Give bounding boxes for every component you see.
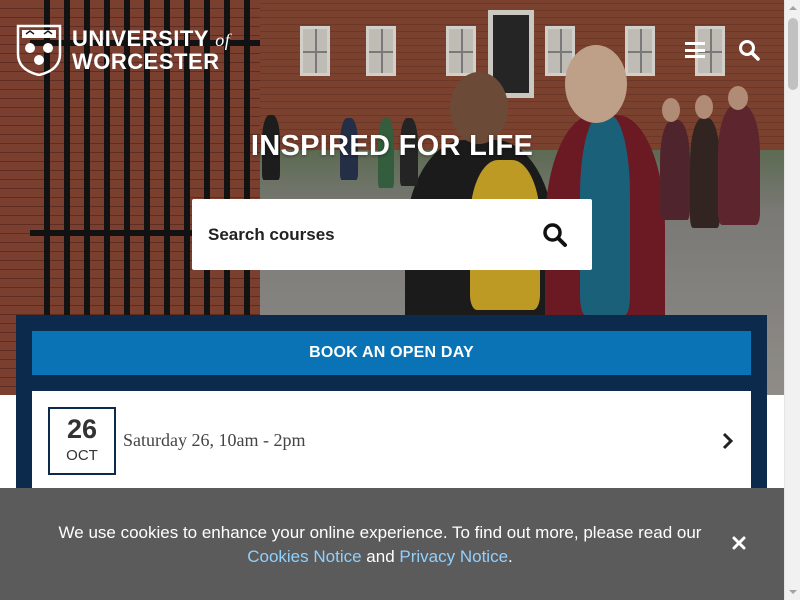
privacy-notice-link[interactable]: Privacy Notice xyxy=(399,547,508,566)
cookie-and: and xyxy=(366,547,395,566)
scroll-up-arrow-icon[interactable] xyxy=(785,0,800,16)
event-date: 26 OCT xyxy=(48,407,116,475)
book-open-day-button[interactable]: BOOK AN OPEN DAY xyxy=(32,331,751,375)
event-description: Saturday 26, 10am - 2pm xyxy=(123,430,306,450)
open-day-event-item[interactable]: 26 OCT Saturday 26, 10am - 2pm xyxy=(32,391,751,491)
scroll-down-arrow-icon[interactable] xyxy=(785,584,800,600)
course-search-form xyxy=(192,199,592,270)
logo-worcester: WORCESTER xyxy=(72,48,220,74)
logo-university: UNIVERSITY xyxy=(72,25,209,51)
cookie-period: . xyxy=(508,547,513,566)
event-month: OCT xyxy=(66,447,98,464)
cookie-banner: We use cookies to enhance your online ex… xyxy=(0,488,784,600)
close-icon[interactable] xyxy=(730,534,748,552)
scrollbar-thumb[interactable] xyxy=(788,18,798,90)
search-submit-icon[interactable] xyxy=(542,222,568,248)
university-logo[interactable]: UNIVERSITY of WORCESTER xyxy=(16,24,230,76)
chevron-right-icon xyxy=(722,432,734,450)
hero-headline: INSPIRED FOR LIFE xyxy=(250,130,534,162)
logo-of: of xyxy=(215,29,231,50)
course-search-input[interactable] xyxy=(208,224,542,245)
crest-icon xyxy=(16,24,62,76)
event-day: 26 xyxy=(66,414,98,444)
search-icon[interactable] xyxy=(738,39,760,61)
cookie-text: We use cookies to enhance your online ex… xyxy=(58,523,702,542)
cookies-notice-link[interactable]: Cookies Notice xyxy=(247,547,361,566)
cookie-message: We use cookies to enhance your online ex… xyxy=(40,521,720,569)
logo-text: UNIVERSITY of WORCESTER xyxy=(72,25,231,74)
hamburger-menu-icon[interactable] xyxy=(685,42,705,58)
page-scrollbar[interactable] xyxy=(784,0,800,600)
